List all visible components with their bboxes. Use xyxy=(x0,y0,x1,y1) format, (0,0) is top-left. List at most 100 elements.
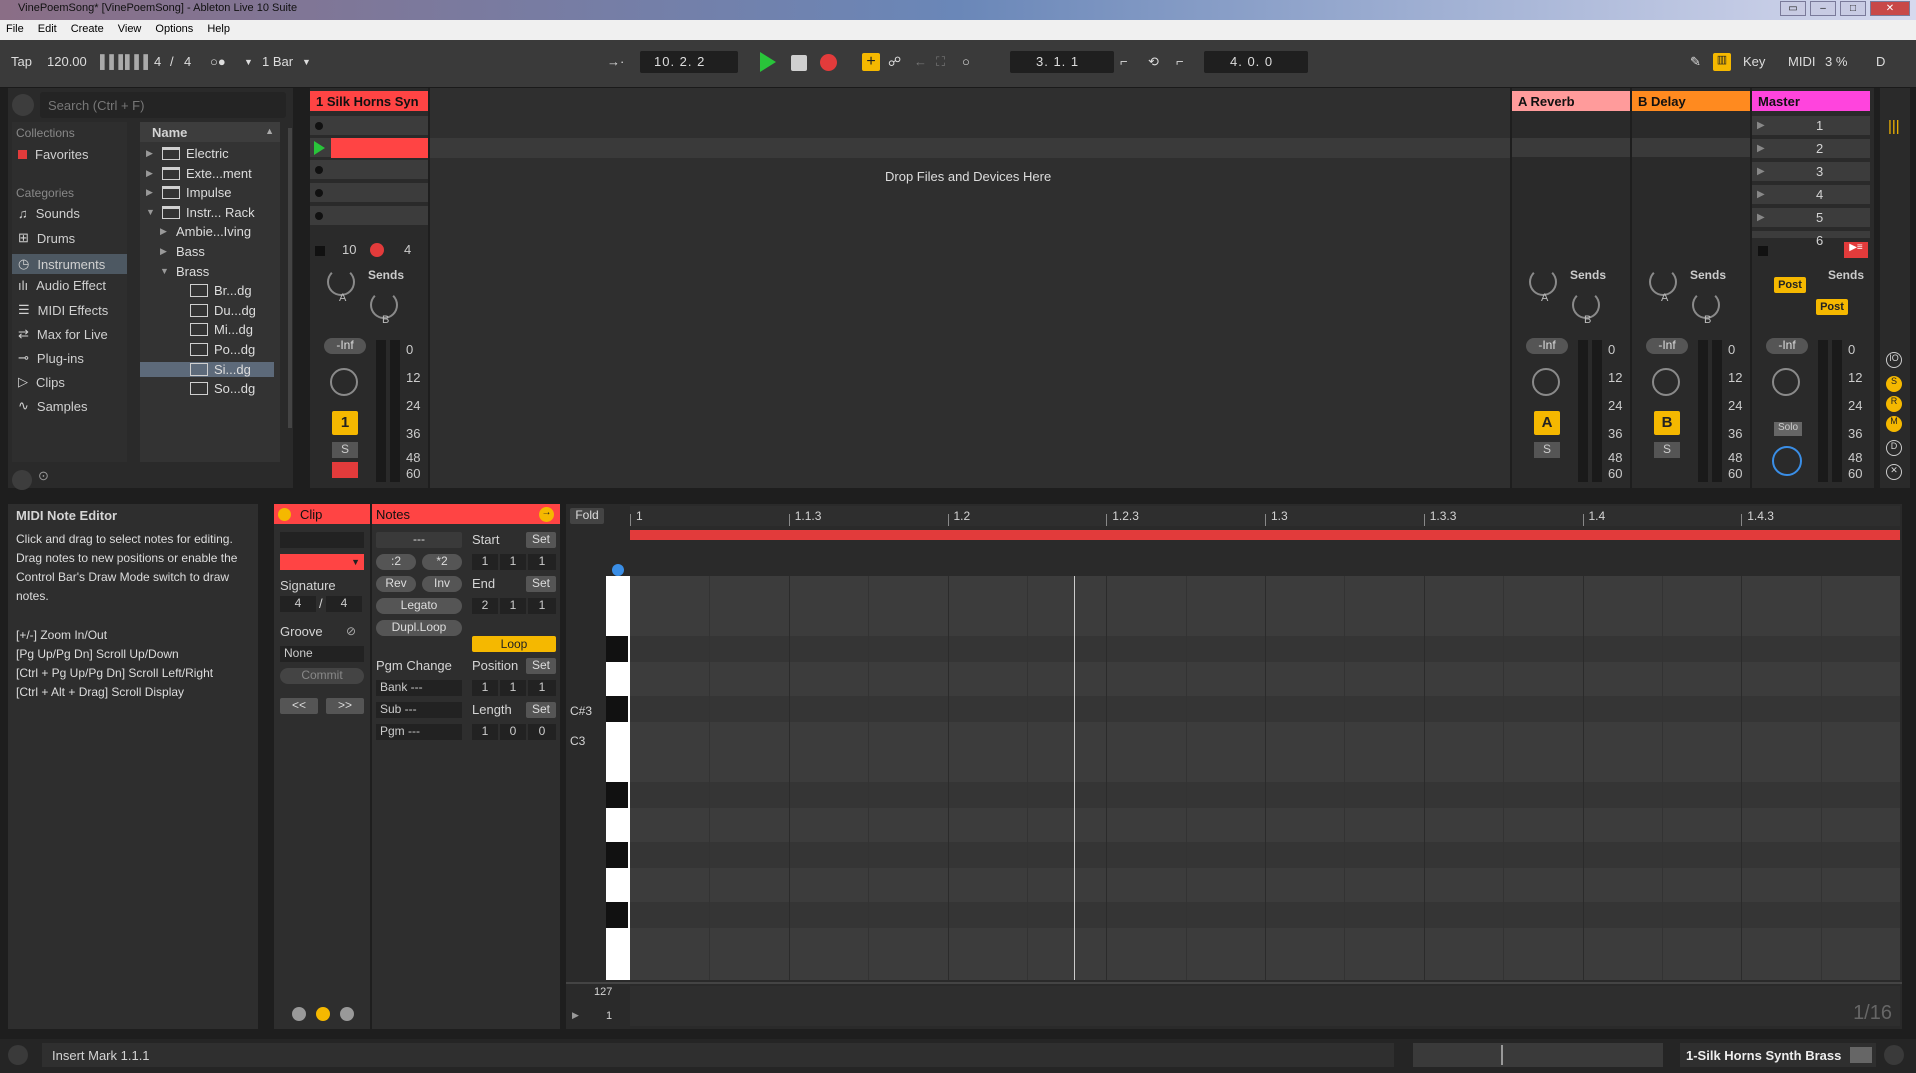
arrow-right-icon[interactable]: → xyxy=(539,507,554,522)
punch-in-icon[interactable]: ⌐ xyxy=(1120,54,1128,69)
velocity-divider[interactable] xyxy=(566,982,1902,984)
notes-view-icon[interactable] xyxy=(316,1007,330,1021)
piano-keyboard[interactable] xyxy=(606,576,632,980)
track-1-header[interactable]: 1 Silk Horns Syn xyxy=(310,91,428,111)
clip-slot-2[interactable] xyxy=(310,138,428,158)
signature-numerator-field[interactable]: 4 xyxy=(280,596,316,612)
length-beat[interactable]: 0 xyxy=(500,724,526,740)
browser-scrollbar[interactable] xyxy=(288,128,292,428)
metronome-icon[interactable]: ▌▌▌ xyxy=(100,54,128,69)
pan-knob[interactable] xyxy=(1652,368,1680,396)
tempo-field[interactable]: 120.00 xyxy=(47,54,87,69)
menu-options[interactable]: Options xyxy=(155,23,193,37)
chevron-down-icon[interactable]: ▼ xyxy=(160,266,170,276)
track-b-header[interactable]: B Delay xyxy=(1632,91,1750,111)
length-bar[interactable]: 1 xyxy=(472,724,498,740)
slot-stop-icon[interactable] xyxy=(315,212,323,220)
scene-slot[interactable]: ▶ 2 xyxy=(1752,139,1870,159)
half-button[interactable]: :2 xyxy=(376,554,416,570)
double-button[interactable]: *2 xyxy=(422,554,462,570)
io-toggle-icon[interactable]: IO xyxy=(1886,352,1902,368)
menu-help[interactable]: Help xyxy=(207,23,230,37)
length-sixteenth[interactable]: 0 xyxy=(528,724,556,740)
draw-mode-icon[interactable]: ✎ xyxy=(1690,54,1701,70)
velocity-lane[interactable] xyxy=(630,986,1900,1026)
list-item[interactable]: So...dg xyxy=(174,381,255,396)
arm-indicator-icon[interactable] xyxy=(370,243,384,257)
solo-cue-button[interactable]: Solo xyxy=(1774,422,1802,436)
solo-button[interactable]: S xyxy=(1654,442,1680,458)
length-set-button[interactable]: Set xyxy=(526,702,556,718)
list-item[interactable]: Br...dg xyxy=(174,283,252,298)
scene-launch-icon[interactable]: ▶ xyxy=(1757,120,1765,131)
midi-map-button[interactable]: MIDI xyxy=(1788,54,1815,69)
delay-toggle-icon[interactable]: D xyxy=(1886,440,1902,456)
chevron-right-icon[interactable]: ▶ xyxy=(160,226,170,237)
chevron-down-icon[interactable]: ▼ xyxy=(351,557,360,567)
start-beat[interactable]: 1 xyxy=(500,554,526,570)
browser-toggle-icon[interactable] xyxy=(12,94,34,116)
show-scenes-icon[interactable]: ▶≡ xyxy=(1844,242,1868,258)
position-beat[interactable]: 1 xyxy=(500,680,526,696)
pan-knob[interactable] xyxy=(1772,368,1800,396)
drop-area[interactable]: Drop Files and Devices Here xyxy=(430,88,1510,488)
groove-select[interactable]: None xyxy=(280,646,364,662)
play-icon[interactable] xyxy=(760,52,776,72)
slot-stop-icon[interactable] xyxy=(315,166,323,174)
slot-stop-icon[interactable] xyxy=(315,189,323,197)
session-record-icon[interactable]: ○ xyxy=(962,54,970,69)
list-item[interactable]: Po...dg xyxy=(174,342,255,357)
stop-icon[interactable] xyxy=(791,55,807,71)
metronome-toggle-icon[interactable]: ○● xyxy=(210,54,226,69)
sends-toggle-icon[interactable]: S xyxy=(1886,376,1902,392)
list-item[interactable]: Mi...dg xyxy=(174,322,253,337)
signature-denominator-field[interactable]: 4 xyxy=(326,596,362,612)
clip-view-icon[interactable] xyxy=(292,1007,306,1021)
groove-pool-icon[interactable] xyxy=(12,470,32,490)
list-item[interactable]: ▼ Instr... Rack xyxy=(146,205,255,220)
black-key[interactable] xyxy=(606,902,628,928)
track-activator-button[interactable]: A xyxy=(1534,411,1560,435)
automation-arm-icon[interactable]: ☍ xyxy=(888,54,901,70)
key-map-button[interactable]: Key xyxy=(1743,54,1765,69)
scene-slot[interactable]: ▶ 1 xyxy=(1752,116,1870,136)
legato-button[interactable]: Legato xyxy=(376,598,462,614)
pan-knob[interactable] xyxy=(1532,368,1560,396)
chevron-down-icon[interactable]: ▼ xyxy=(146,207,156,217)
scene-launch-icon[interactable]: ▶ xyxy=(1757,189,1765,200)
clip-color-select[interactable]: ▼ xyxy=(280,554,364,570)
arm-button[interactable] xyxy=(332,462,358,478)
maximize-icon[interactable]: □ xyxy=(1840,1,1866,16)
reverse-button[interactable]: Rev xyxy=(376,576,416,592)
track-activator-button[interactable]: B xyxy=(1654,411,1680,435)
clip-activator-icon[interactable] xyxy=(278,508,291,521)
signature-denominator[interactable]: 4 xyxy=(184,54,191,69)
groove-hot-swap-icon[interactable]: ⊘ xyxy=(346,624,356,638)
menu-view[interactable]: View xyxy=(118,23,142,37)
clip-slot-1[interactable] xyxy=(310,116,428,136)
chevron-down-icon[interactable]: ▼ xyxy=(302,57,311,67)
pan-knob[interactable] xyxy=(330,368,358,396)
clip-slot-5[interactable] xyxy=(310,206,428,226)
master-header[interactable]: Master xyxy=(1752,91,1870,111)
bank-field[interactable]: Bank --- xyxy=(376,680,462,696)
menu-file[interactable]: File xyxy=(6,23,24,37)
solo-button[interactable]: S xyxy=(332,442,358,458)
end-set-button[interactable]: Set xyxy=(526,576,556,592)
black-key[interactable] xyxy=(606,842,628,868)
nudge-back-button[interactable]: << xyxy=(280,698,318,714)
solo-button[interactable]: S xyxy=(1534,442,1560,458)
list-item[interactable]: ▶ Ambie...Iving xyxy=(160,224,251,239)
black-key[interactable] xyxy=(606,696,628,722)
scene-launch-icon[interactable]: ▶ xyxy=(1757,212,1765,223)
follow-icon[interactable]: →· xyxy=(607,54,624,69)
returns-toggle-icon[interactable]: R xyxy=(1886,396,1902,412)
sidebar-item-samples[interactable]: ∿ Samples xyxy=(18,398,87,414)
scene-slot[interactable]: ▶ 3 xyxy=(1752,162,1870,182)
search-input[interactable]: Search (Ctrl + F) xyxy=(40,92,286,118)
transpose-field[interactable]: --- xyxy=(376,532,462,548)
track-volume-readout[interactable]: -Inf xyxy=(1526,338,1568,354)
clip-header[interactable]: Clip xyxy=(274,504,370,524)
scene-slot[interactable]: ▶ 4 xyxy=(1752,185,1870,205)
list-item[interactable]: Du...dg xyxy=(174,303,256,318)
